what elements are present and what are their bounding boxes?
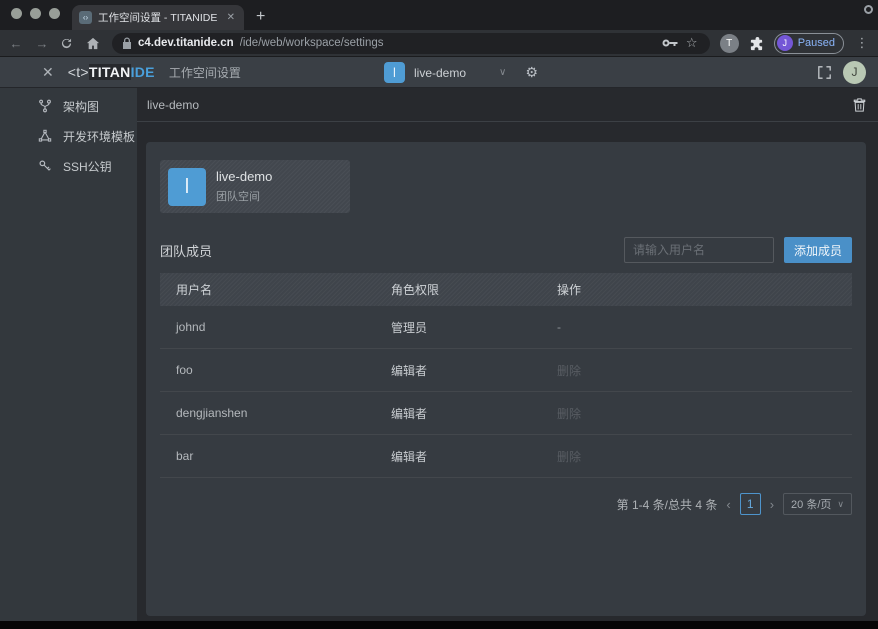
new-tab-icon[interactable]: + (256, 5, 265, 29)
gear-icon[interactable]: ⚙ (525, 64, 538, 81)
kebab-menu-icon[interactable]: ⋮ (854, 35, 870, 51)
page-size-select[interactable]: 20 条/页 ∨ (783, 493, 852, 515)
next-page-icon[interactable]: › (770, 497, 774, 512)
url-path: /ide/web/workspace/settings (240, 37, 656, 49)
sidebar-item-ssh-keys[interactable]: SSH公钥 (0, 151, 137, 181)
sidebar-item-architecture[interactable]: 架构图 (0, 91, 137, 121)
cell-role: 编辑者 (375, 405, 541, 422)
chevron-down-icon: ∨ (837, 499, 844, 510)
ssh-key-icon (38, 159, 52, 173)
extensions-icon[interactable] (749, 36, 764, 51)
site-avatar[interactable]: T (720, 34, 739, 53)
table-row: foo 编辑者 删除 (160, 349, 852, 392)
table-header: 用户名 角色权限 操作 (160, 273, 852, 306)
settings-panel: l live-demo 团队空间 团队成员 添加成员 用户名 角色权限 操作 (146, 142, 866, 616)
app-close-icon[interactable]: ✕ (42, 64, 54, 81)
tab-favicon-icon: ‹› (79, 11, 92, 24)
template-icon (38, 129, 52, 143)
table-row: johnd 管理员 - (160, 306, 852, 349)
browser-window: ‹› 工作空间设置 - TITANIDE ✕ + ← → c4.dev.tita… (0, 0, 878, 629)
col-actions: 操作 (541, 281, 852, 298)
reload-icon[interactable] (60, 37, 76, 50)
window-minimize-icon[interactable] (30, 8, 41, 19)
sidebar-item-label: SSH公钥 (63, 158, 112, 175)
page-title: 工作空间设置 (169, 64, 241, 81)
workspace-avatar: l (384, 62, 405, 83)
delete-link[interactable]: 删除 (541, 362, 852, 379)
main-content: live-demo l live-demo 团队空间 团队成员 添加成员 (137, 88, 878, 621)
traffic-lights (11, 8, 60, 19)
key-icon[interactable] (662, 38, 678, 48)
cell-role: 管理员 (375, 319, 541, 336)
lock-icon (122, 37, 132, 49)
cell-username: johnd (160, 320, 375, 334)
prev-page-icon[interactable]: ‹ (726, 497, 730, 512)
breadcrumb-bar: live-demo (137, 88, 878, 122)
profile-status: Paused (798, 37, 835, 49)
browser-tab[interactable]: ‹› 工作空间设置 - TITANIDE ✕ (72, 5, 244, 30)
status-circle-icon[interactable] (864, 5, 873, 14)
page-number[interactable]: 1 (740, 493, 761, 515)
browser-toolbar: ← → c4.dev.titanide.cn /ide/web/workspac… (0, 30, 878, 57)
delete-link[interactable]: 删除 (541, 405, 852, 422)
sidebar-item-dev-templates[interactable]: 开发环境模板 (0, 121, 137, 151)
home-icon[interactable] (86, 37, 102, 50)
app-header: ✕ <t>TITANIDE 工作空间设置 l live-demo ∨ ⚙ J (0, 57, 878, 88)
star-icon[interactable]: ☆ (684, 35, 700, 51)
profile-chip[interactable]: J Paused (774, 33, 844, 54)
cell-username: bar (160, 449, 375, 463)
cell-role: 编辑者 (375, 362, 541, 379)
tab-title: 工作空间设置 - TITANIDE (98, 10, 219, 25)
profile-avatar: J (777, 35, 793, 51)
tab-strip: ‹› 工作空间设置 - TITANIDE ✕ + (0, 0, 878, 30)
app-logo: <t>TITANIDE (68, 64, 155, 80)
pagination-summary: 第 1-4 条/总共 4 条 (617, 496, 718, 513)
breadcrumb: live-demo (147, 98, 199, 112)
workspace-card-name: live-demo (216, 169, 272, 184)
tab-close-icon[interactable]: ✕ (225, 12, 237, 23)
members-heading: 团队成员 (160, 241, 212, 260)
cell-action: - (541, 320, 852, 334)
url-host: c4.dev.titanide.cn (138, 37, 234, 49)
cell-role: 编辑者 (375, 448, 541, 465)
branch-icon (38, 99, 52, 113)
pagination: 第 1-4 条/总共 4 条 ‹ 1 › 20 条/页 ∨ (160, 493, 852, 515)
page-size-value: 20 条/页 (791, 496, 831, 512)
table-row: bar 编辑者 删除 (160, 435, 852, 478)
sidebar-item-label: 架构图 (63, 98, 99, 115)
workspace-card-type: 团队空间 (216, 188, 272, 204)
window-zoom-icon[interactable] (49, 8, 60, 19)
username-input[interactable] (624, 237, 774, 263)
delete-link[interactable]: 删除 (541, 448, 852, 465)
back-icon[interactable]: ← (8, 36, 24, 51)
trash-icon[interactable] (853, 98, 866, 112)
window-bottom-edge (0, 621, 878, 629)
col-role: 角色权限 (375, 281, 541, 298)
col-username: 用户名 (160, 281, 375, 298)
sidebar-item-label: 开发环境模板 (63, 128, 135, 145)
members-toolbar: 团队成员 添加成员 (160, 237, 852, 263)
workspace-name: live-demo (414, 66, 466, 80)
sidebar: 架构图 开发环境模板 SSH公钥 (0, 88, 137, 621)
url-bar[interactable]: c4.dev.titanide.cn /ide/web/workspace/se… (112, 33, 710, 54)
cell-username: foo (160, 363, 375, 377)
workspace-card: l live-demo 团队空间 (160, 160, 350, 213)
cell-username: dengjianshen (160, 406, 375, 420)
forward-icon[interactable]: → (34, 36, 50, 51)
user-avatar[interactable]: J (843, 61, 866, 84)
workspace-switcher[interactable]: l live-demo ∨ ⚙ (384, 57, 538, 88)
fullscreen-icon[interactable] (818, 66, 831, 79)
chevron-down-icon[interactable]: ∨ (499, 67, 506, 78)
members-table: 用户名 角色权限 操作 johnd 管理员 - foo 编辑者 删除 (160, 273, 852, 478)
table-row: dengjianshen 编辑者 删除 (160, 392, 852, 435)
workspace-card-avatar: l (168, 168, 206, 206)
window-close-icon[interactable] (11, 8, 22, 19)
add-member-button[interactable]: 添加成员 (784, 237, 852, 263)
